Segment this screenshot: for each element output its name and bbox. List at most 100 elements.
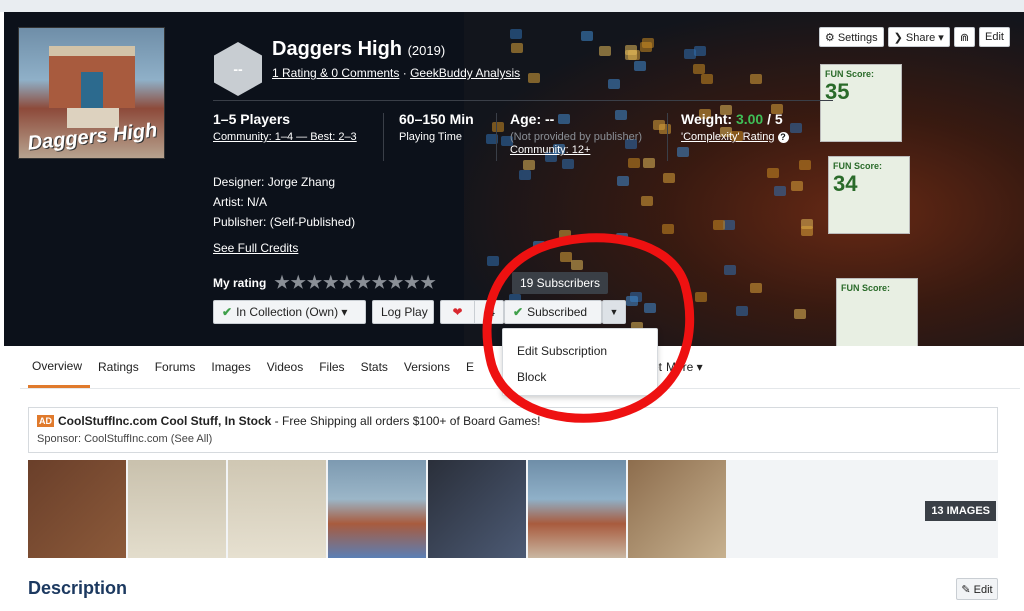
tab-label: Ratings (98, 360, 139, 374)
tab-label: Overview (32, 358, 83, 373)
game-stats: 1–5 Players Community: 1–4 — Best: 2–3 6… (213, 100, 833, 170)
help-icon[interactable]: ? (777, 132, 789, 143)
artist-credit: Artist: N/A (213, 195, 268, 209)
game-tile (683, 48, 696, 59)
score-card-value: 35 (825, 79, 850, 104)
game-tile (793, 309, 806, 320)
playtime-value: 60–150 Min (399, 111, 474, 127)
game-tile (518, 170, 531, 181)
game-tile (643, 302, 656, 313)
game-tile (581, 31, 594, 42)
game-tile (559, 230, 572, 241)
game-cover-image[interactable]: Daggers High (18, 27, 165, 159)
edit-game-button[interactable]: Edit (979, 27, 1010, 47)
menu-item-block[interactable]: Block (517, 370, 546, 384)
tab-e[interactable]: E (458, 346, 482, 388)
fan-button[interactable]: ❤ 4 (440, 300, 504, 324)
collection-button[interactable]: ✔ In Collection (Own) ▾ (213, 300, 366, 324)
game-tile (615, 233, 628, 244)
game-tile (510, 28, 523, 39)
game-year: (2019) (407, 43, 446, 58)
hero-background-image (464, 12, 1024, 346)
ratings-link[interactable]: 1 Rating & 0 Comments (272, 66, 399, 80)
score-card-label: FUN Score: (825, 69, 875, 79)
game-tile (559, 252, 572, 263)
players-value: 1–5 Players (213, 111, 291, 127)
tab-more[interactable]: More ▾ (662, 346, 711, 388)
check-icon: ✔ (513, 305, 524, 319)
log-play-label: Log Play (381, 305, 428, 319)
gallery-thumbnail[interactable] (28, 460, 126, 558)
game-tile (608, 79, 621, 89)
subscribed-button[interactable]: ✔ Subscribed (504, 300, 602, 324)
game-tile (800, 226, 813, 237)
my-rating-label: My rating (213, 276, 267, 290)
weight-value: 3.00 (735, 111, 764, 127)
players-stat: 1–5 Players Community: 1–4 — Best: 2–3 (213, 111, 357, 143)
weight-max: / 5 (763, 111, 783, 127)
game-tile (640, 195, 653, 206)
heart-icon: ❤ (441, 301, 475, 323)
menu-item-edit-subscription[interactable]: Edit Subscription (517, 344, 607, 358)
score-card-label: FUN Score: (841, 283, 891, 293)
image-count-button[interactable]: 13 IMAGES (925, 501, 996, 521)
check-icon: ✔ (222, 305, 233, 319)
tab-overview[interactable]: Overview (28, 346, 91, 388)
gallery-thumbnail[interactable] (428, 460, 526, 558)
game-tile (510, 43, 523, 54)
tab-files[interactable]: Files (311, 346, 352, 388)
gallery-thumbnail[interactable] (628, 460, 726, 558)
game-tile (527, 73, 540, 84)
weight-label: Weight: (681, 111, 736, 127)
log-play-button[interactable]: Log Play (372, 300, 434, 324)
tab-label: Stats (360, 360, 388, 374)
tab-ratings[interactable]: Ratings (90, 346, 147, 388)
complexity-rating-link[interactable]: 'Complexity' Rating (681, 131, 774, 143)
title-subline: 1 Rating & 0 Comments · GeekBuddy Analys… (272, 66, 520, 80)
sponsored-ad[interactable]: AD CoolStuffInc.com Cool Stuff, In Stock … (28, 407, 998, 453)
game-tile (695, 291, 708, 302)
tab-images[interactable]: Images (203, 346, 258, 388)
settings-button[interactable]: ⚙ Settings (818, 27, 884, 47)
game-tile (735, 305, 748, 316)
age-note: (Not provided by publisher) (510, 131, 643, 143)
tab-label: E (465, 360, 474, 374)
ad-text: - Free Shipping all orders $100+ of Boar… (271, 414, 541, 428)
image-gallery: 13 IMAGES (28, 460, 998, 558)
subscription-dropdown-menu: Edit Subscription Block (502, 328, 658, 396)
share-button[interactable]: ❯ Share ▾ (887, 27, 950, 47)
tab-stats[interactable]: Stats (353, 346, 396, 388)
rss-icon[interactable]: ⋒ (953, 27, 976, 47)
tab-videos[interactable]: Videos (259, 346, 311, 388)
game-tile (617, 176, 630, 187)
subscribers-tooltip: 19 Subscribers (512, 272, 609, 294)
score-card-label: FUN Score: (833, 161, 883, 171)
gallery-thumbnail[interactable] (528, 460, 626, 558)
game-tile (640, 41, 653, 52)
tab-label: Forums (154, 360, 196, 374)
ad-badge: AD (37, 415, 54, 427)
community-age-link[interactable]: Community: 12+ (510, 144, 642, 156)
geekbuddy-link[interactable]: GeekBuddy Analysis (410, 66, 520, 80)
game-tile (626, 295, 639, 306)
community-players-link[interactable]: Community: 1–4 — Best: 2–3 (213, 131, 357, 143)
tab-forums[interactable]: Forums (147, 346, 204, 388)
tab-label: Versions (403, 360, 450, 374)
credits: Designer: Jorge Zhang Artist: N/A Publis… (213, 172, 355, 258)
game-tile (634, 60, 647, 71)
see-full-credits-link[interactable]: See Full Credits (213, 238, 355, 258)
gallery-thumbnail[interactable] (228, 460, 326, 558)
rating-stars[interactable]: ★★★★★★★★★★ (274, 273, 436, 293)
subscribe-caret-button[interactable]: ▼ (602, 300, 626, 324)
game-tile (661, 224, 674, 235)
collection-label: In Collection (Own) ▾ (236, 305, 348, 319)
edit-description-button[interactable]: ✎ Edit (956, 578, 998, 600)
tab-versions[interactable]: Versions (396, 346, 458, 388)
gallery-thumbnail[interactable] (128, 460, 226, 558)
ad-sponsor[interactable]: Sponsor: CoolStuffInc.com (See All) (37, 433, 989, 445)
score-card-value: 34 (833, 171, 858, 196)
ad-headline[interactable]: CoolStuffInc.com Cool Stuff, In Stock (58, 414, 271, 428)
game-tile (486, 256, 499, 267)
my-rating: My rating ★★★★★★★★★★ (213, 273, 437, 293)
gallery-thumbnail[interactable] (328, 460, 426, 558)
